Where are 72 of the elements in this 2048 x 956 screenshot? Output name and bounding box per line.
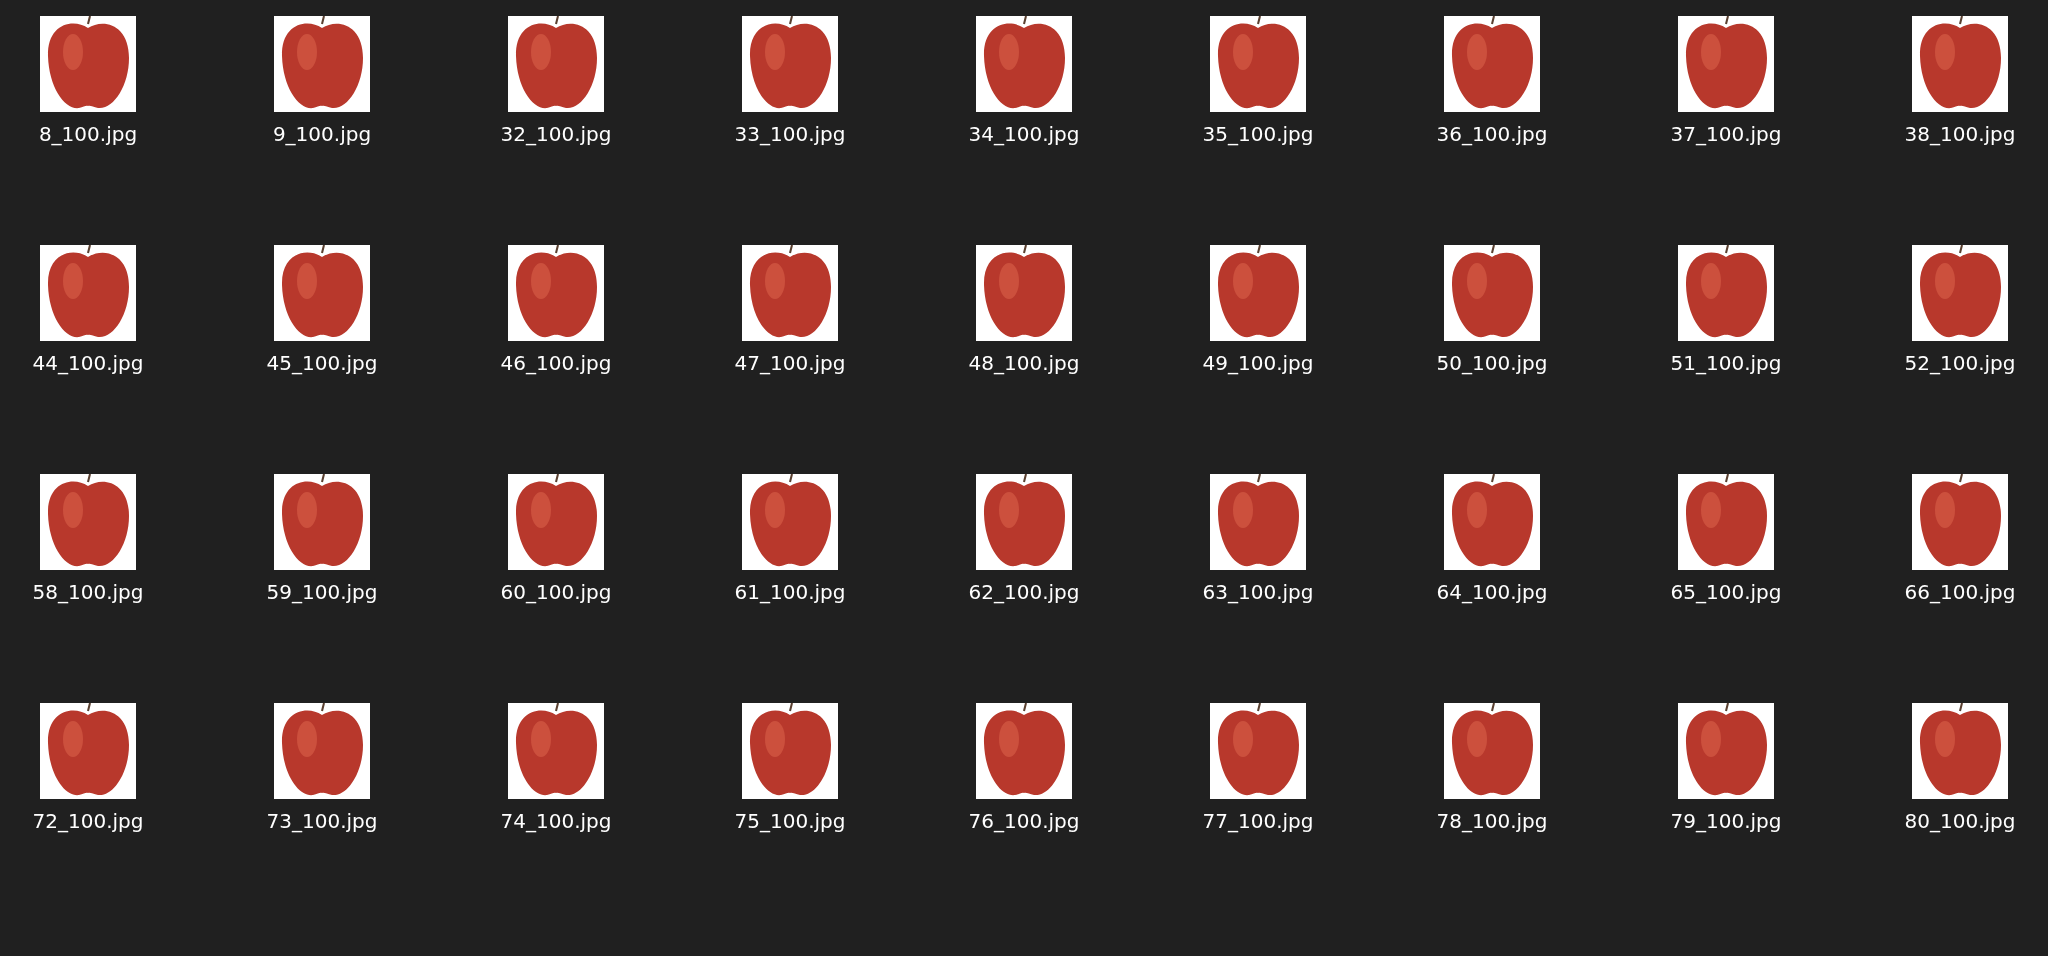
file-name: 79_100.jpg	[1670, 808, 1782, 835]
apple-thumbnail[interactable]	[742, 474, 838, 570]
apple-thumbnail[interactable]	[508, 703, 604, 799]
apple-thumbnail[interactable]	[976, 703, 1072, 799]
file-name: 36_100.jpg	[1436, 121, 1548, 148]
apple-thumbnail[interactable]	[742, 703, 838, 799]
apple-thumbnail[interactable]	[40, 474, 136, 570]
file-name: 32_100.jpg	[500, 121, 612, 148]
file-name: 64_100.jpg	[1436, 579, 1548, 606]
apple-thumbnail[interactable]	[1912, 703, 2008, 799]
apple-thumbnail[interactable]	[1678, 474, 1774, 570]
file-name: 60_100.jpg	[500, 579, 612, 606]
file-name: 74_100.jpg	[500, 808, 612, 835]
file-name: 49_100.jpg	[1202, 350, 1314, 377]
apple-thumbnail[interactable]	[1444, 703, 1540, 799]
apple-thumbnail[interactable]	[40, 703, 136, 799]
file-name: 34_100.jpg	[968, 121, 1080, 148]
apple-thumbnail[interactable]	[1678, 703, 1774, 799]
apple-thumbnail[interactable]	[1444, 474, 1540, 570]
file-name: 46_100.jpg	[500, 350, 612, 377]
file-name: 75_100.jpg	[734, 808, 846, 835]
file-name: 61_100.jpg	[734, 579, 846, 606]
file-name: 47_100.jpg	[734, 350, 846, 377]
file-name: 58_100.jpg	[32, 579, 144, 606]
file-name: 73_100.jpg	[266, 808, 378, 835]
file-name: 33_100.jpg	[734, 121, 846, 148]
file-name: 37_100.jpg	[1670, 121, 1782, 148]
file-name: 77_100.jpg	[1202, 808, 1314, 835]
file-name: 8_100.jpg	[38, 121, 138, 148]
apple-thumbnail[interactable]	[508, 474, 604, 570]
apple-thumbnail[interactable]	[976, 245, 1072, 341]
apple-thumbnail[interactable]	[742, 245, 838, 341]
apple-thumbnail[interactable]	[274, 245, 370, 341]
file-name: 65_100.jpg	[1670, 579, 1782, 606]
apple-thumbnail[interactable]	[1210, 474, 1306, 570]
apple-thumbnail[interactable]	[1444, 16, 1540, 112]
apple-thumbnail[interactable]	[1678, 245, 1774, 341]
file-name: 78_100.jpg	[1436, 808, 1548, 835]
file-name: 9_100.jpg	[272, 121, 372, 148]
apple-thumbnail[interactable]	[1912, 16, 2008, 112]
file-name: 62_100.jpg	[968, 579, 1080, 606]
apple-thumbnail[interactable]	[274, 474, 370, 570]
file-name: 50_100.jpg	[1436, 350, 1548, 377]
file-name: 45_100.jpg	[266, 350, 378, 377]
apple-thumbnail[interactable]	[274, 703, 370, 799]
file-name: 76_100.jpg	[968, 808, 1080, 835]
apple-thumbnail[interactable]	[508, 245, 604, 341]
apple-thumbnail[interactable]	[40, 245, 136, 341]
apple-thumbnail[interactable]	[976, 474, 1072, 570]
file-name: 80_100.jpg	[1904, 808, 2016, 835]
file-name: 51_100.jpg	[1670, 350, 1782, 377]
apple-thumbnail[interactable]	[1912, 245, 2008, 341]
file-name: 72_100.jpg	[32, 808, 144, 835]
file-name: 48_100.jpg	[968, 350, 1080, 377]
file-name: 59_100.jpg	[266, 579, 378, 606]
apple-thumbnail[interactable]	[274, 16, 370, 112]
apple-thumbnail[interactable]	[1444, 245, 1540, 341]
file-name: 35_100.jpg	[1202, 121, 1314, 148]
apple-thumbnail[interactable]	[1210, 16, 1306, 112]
apple-thumbnail[interactable]	[976, 16, 1072, 112]
file-name: 44_100.jpg	[32, 350, 144, 377]
apple-thumbnail[interactable]	[40, 16, 136, 112]
file-name: 38_100.jpg	[1904, 121, 2016, 148]
apple-thumbnail[interactable]	[508, 16, 604, 112]
apple-thumbnail[interactable]	[1912, 474, 2008, 570]
file-name: 52_100.jpg	[1904, 350, 2016, 377]
apple-thumbnail[interactable]	[1678, 16, 1774, 112]
apple-thumbnail[interactable]	[1210, 245, 1306, 341]
apple-thumbnail[interactable]	[1210, 703, 1306, 799]
file-name: 63_100.jpg	[1202, 579, 1314, 606]
file-name: 66_100.jpg	[1904, 579, 2016, 606]
apple-thumbnail[interactable]	[742, 16, 838, 112]
